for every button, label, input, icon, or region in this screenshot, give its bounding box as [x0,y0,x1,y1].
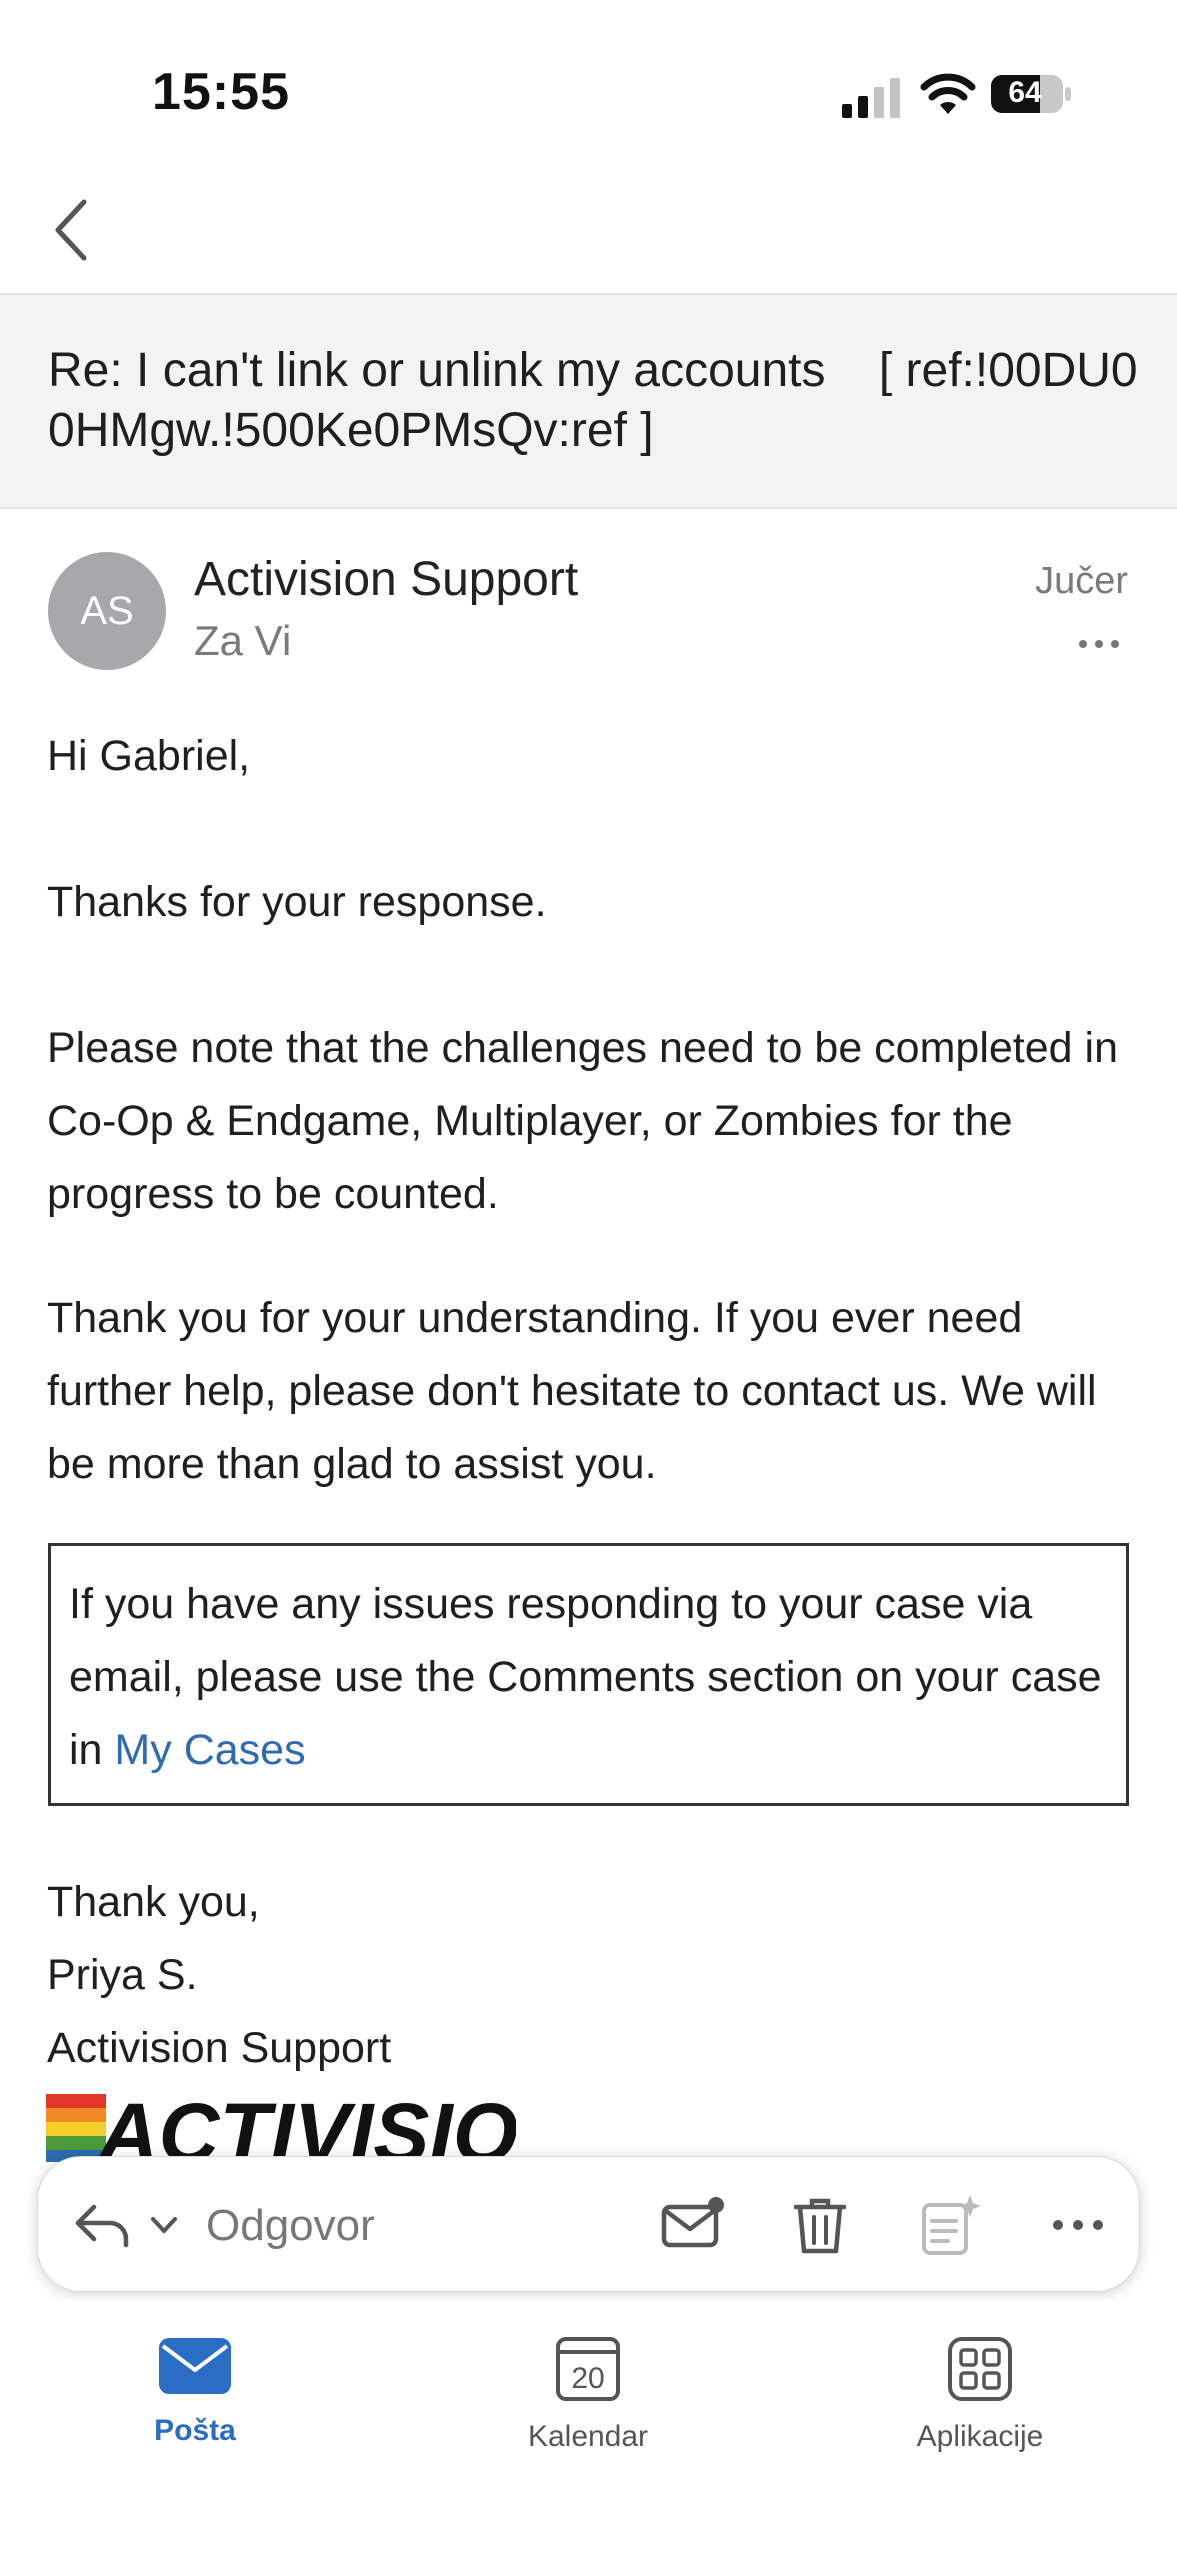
notice-box: If you have any issues responding to you… [48,1543,1129,1806]
reply-icon[interactable] [72,2197,132,2253]
sender-avatar[interactable]: AS [48,552,166,670]
back-chevron-icon[interactable] [44,190,104,270]
more-actions-icon[interactable] [1044,2191,1112,2259]
cellular-signal-icon [842,78,900,118]
tab-mail-label: Pošta [154,2414,236,2447]
signoff: Thank you, [47,1878,260,1926]
greeting: Hi Gabriel, [47,732,251,780]
support-team: Activision Support [47,2024,392,2072]
body-paragraph-1: Please note that the challenges need to … [47,1024,1118,1218]
summarize-icon[interactable] [916,2191,984,2259]
apps-grid-icon [948,2337,1012,2401]
tab-apps-label: Aplikacije [916,2420,1044,2453]
trash-icon[interactable] [786,2191,854,2259]
battery-level: 64 [1008,76,1042,109]
reply-toolbar: Odgovor [37,2156,1140,2292]
subject-header: Re: I can't link or unlink my accounts [… [0,293,1177,509]
tab-mail[interactable]: Pošta [75,2336,315,2486]
my-cases-link[interactable]: My Cases [114,1726,305,1774]
message-more-icon[interactable] [1075,620,1123,668]
status-bar: 15:55 64 [0,0,1177,180]
agent-name: Priya S. [47,1951,198,1999]
reply-button[interactable]: Odgovor [206,2201,375,2251]
wifi-icon [920,73,976,114]
tab-apps[interactable]: Aplikacije [860,2336,1100,2486]
thanks-line: Thanks for your response. [47,878,547,926]
calendar-icon: 20 [556,2337,620,2401]
chevron-down-icon[interactable] [148,2209,180,2241]
recipient-label[interactable]: Za Vi [194,617,291,665]
activision-logo: ACTIVISION [46,2092,516,2162]
mark-unread-icon[interactable] [658,2191,726,2259]
email-subject: Re: I can't link or unlink my accounts [… [48,344,1138,457]
body-paragraph-2: Thank you for your understanding. If you… [47,1294,1097,1488]
bottom-tab-bar: Pošta 20 Kalendar Aplikacije [0,2300,1177,2560]
sender-name[interactable]: Activision Support [194,552,578,607]
status-time: 15:55 [152,63,290,121]
calendar-day: 20 [571,2362,604,2395]
tab-calendar-label: Kalendar [527,2420,649,2453]
tab-calendar[interactable]: 20 Kalendar [468,2336,708,2486]
email-date: Jučer [1035,560,1128,602]
mail-icon [159,2338,231,2394]
logo-wordmark: ACTIVISION [96,2092,516,2162]
email-view: 15:55 64 Re: I can't link or unlink my a… [0,0,1177,2560]
